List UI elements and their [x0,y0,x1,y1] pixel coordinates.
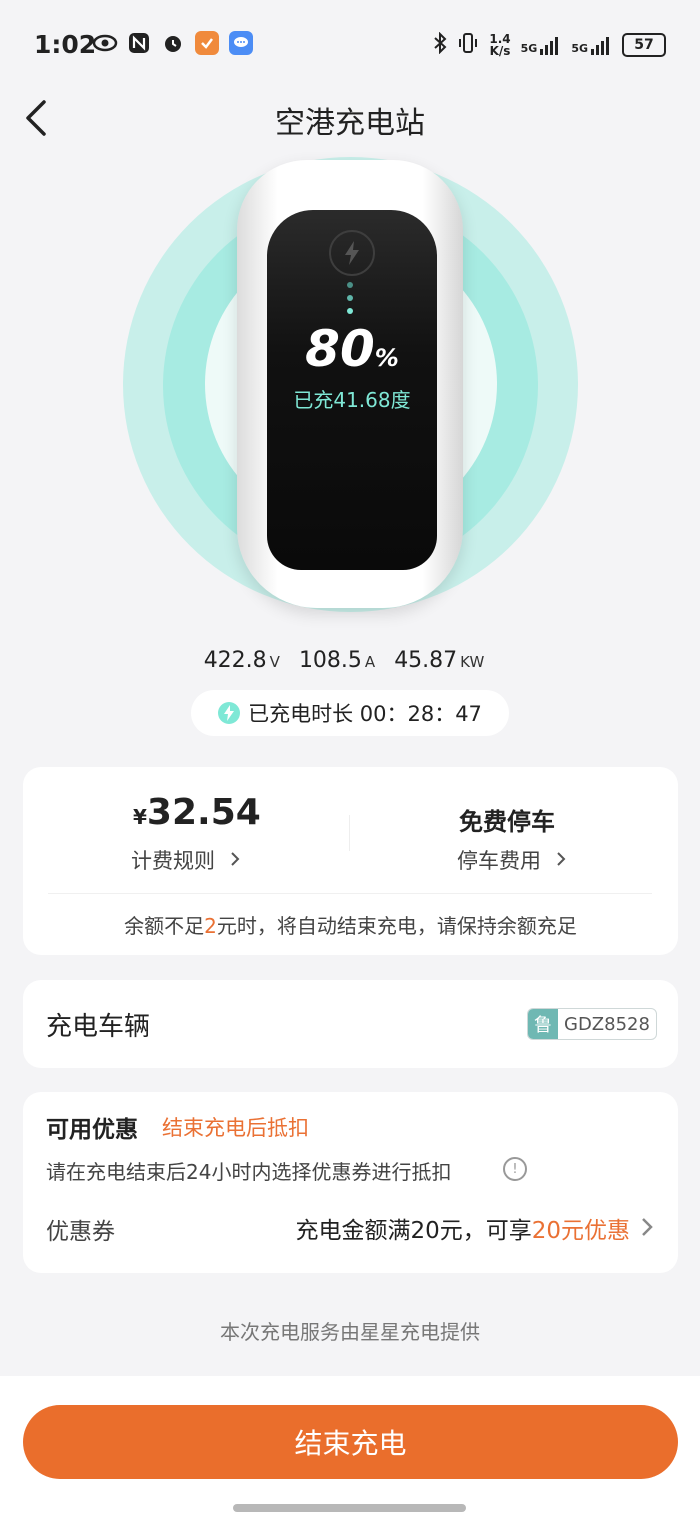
lightning-icon [329,230,375,276]
chevron-right-icon [230,852,240,866]
vibrate-icon [457,32,479,58]
chevron-right-icon [556,852,566,866]
net-speed: 1.4 K/s [489,32,511,58]
coupon-subtitle: 结束充电后抵扣 [162,1116,309,1140]
status-time: 1:02 [34,30,97,59]
current-value: 108.5 [298,648,362,673]
fee-rule-link[interactable]: 计费规则 [131,845,242,875]
voltage-unit: V [269,653,280,671]
vehicle-label: 充电车辆 [46,1012,151,1042]
message-app-icon [228,30,254,56]
battery-icon: 57 [622,33,666,57]
plate-number: GDZ8528 [564,1013,650,1035]
charge-duration-pill: 已充电时长 00：28：47 [191,690,509,736]
alarm-icon [160,30,186,56]
page-title: 空港充电站 [275,106,425,141]
charge-metrics: 422.8 V 108.5 A 45.87 KW [0,648,700,673]
coupon-title: 可用优惠 [46,1117,138,1143]
signal-1-icon: 5G [521,35,562,55]
fee-amount: ¥32.54 [133,792,261,833]
coupon-select[interactable]: 充电金额满20元，可享20元优惠 [295,1211,630,1245]
current-unit: A [364,653,376,671]
plate-province: 鲁 [528,1009,558,1039]
progress-dot [347,282,353,288]
parking-title: 免费停车 [459,808,555,836]
license-plate: 鲁 GDZ8528 [527,1008,657,1040]
coupon-label: 优惠券 [46,1219,115,1245]
progress-dot [347,308,353,314]
end-charging-button[interactable]: 结束充电 [23,1405,678,1479]
coupon-hint: 请在充电结束后24小时内选择优惠券进行抵扣 [46,1160,452,1184]
divider [48,893,652,894]
app-orange-icon [194,30,220,56]
signal-2-icon: 5G [571,35,612,55]
info-icon[interactable]: ! [503,1157,527,1181]
power-unit: KW [460,653,485,671]
power-value: 45.87 [394,648,458,673]
status-icons-right: 1.4 K/s 5G 5G 57 [433,31,666,58]
status-icons-left [92,30,254,56]
lightning-icon [218,702,241,724]
home-indicator[interactable] [233,1504,466,1512]
nfc-icon [126,30,152,56]
charged-energy: 已充41.68度 [293,388,411,412]
charge-duration: 已充电时长 00：28：47 [248,702,482,726]
provider-text: 本次充电服务由星星充电提供 [220,1320,480,1344]
bluetooth-icon [433,31,447,58]
parking-fee-link[interactable]: 停车费用 [457,845,568,875]
balance-notice: 余额不足2元时，将自动结束充电，请保持余额充足 [124,914,577,938]
progress-dot [347,295,353,301]
eye-icon [92,30,118,56]
divider [349,815,350,851]
charge-percent: 80% [305,320,399,378]
chevron-right-icon[interactable] [638,1214,656,1240]
voltage-value: 422.8 [203,648,267,673]
